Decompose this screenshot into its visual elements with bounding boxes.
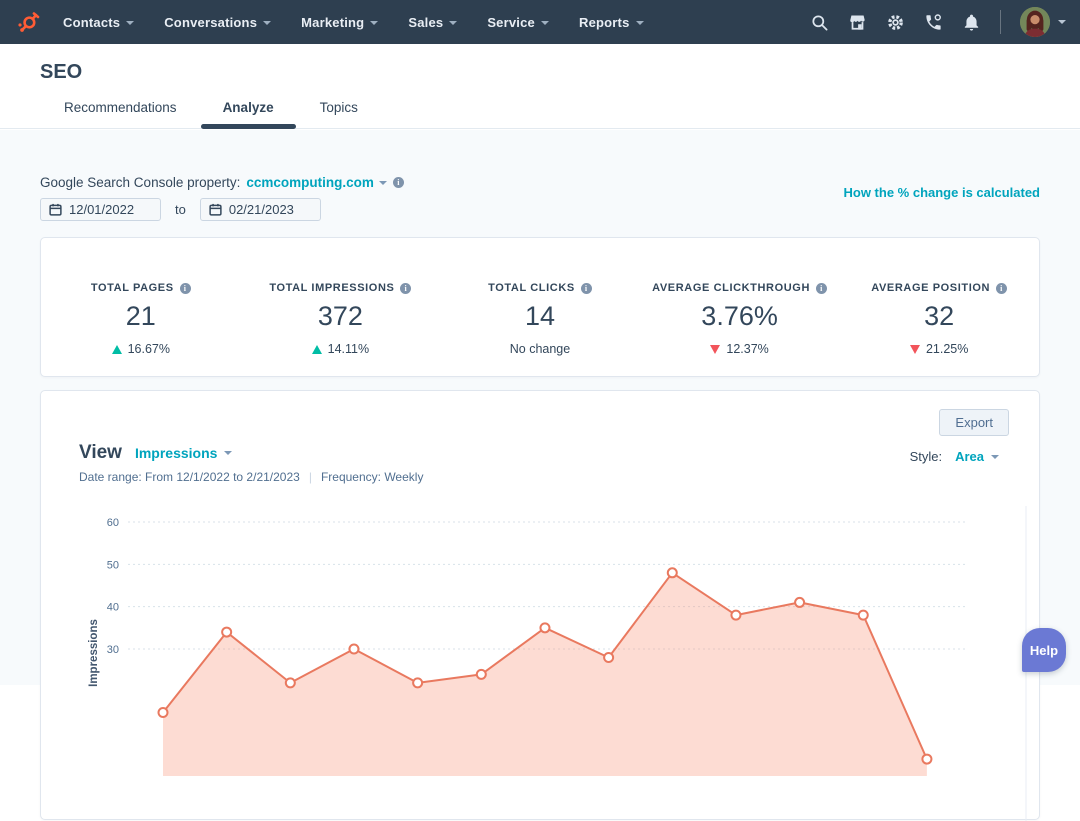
marketplace-icon[interactable] <box>848 13 867 32</box>
metric-average-clickthrough: AVERAGE CLICKTHROUGHi 3.76% 12.37% <box>640 238 840 376</box>
nav-utility-icons <box>810 0 1066 44</box>
chart-frequency: Frequency: Weekly <box>321 470 424 484</box>
nav-divider <box>1000 10 1001 34</box>
svg-text:30: 30 <box>107 644 119 656</box>
calendar-icon <box>49 203 62 216</box>
view-metric-select[interactable]: Impressions <box>135 445 232 461</box>
end-date-value: 02/21/2023 <box>229 202 294 217</box>
impressions-area-chart: 30 40 50 60 Impressions <box>41 501 1041 821</box>
svg-text:60: 60 <box>107 517 119 529</box>
metric-value: 3.76% <box>640 301 840 332</box>
chevron-down-icon <box>370 21 378 25</box>
chart-meta: Date range: From 12/1/2022 to 2/21/2023 … <box>79 470 423 484</box>
metric-value: 14 <box>440 301 640 332</box>
tab-bar: Recommendations Analyze Topics <box>64 92 358 128</box>
calls-icon[interactable] <box>924 13 943 32</box>
chart-style-controls: Style: Area <box>910 449 999 464</box>
nav-item-sales[interactable]: Sales <box>408 15 457 30</box>
property-select[interactable]: ccmcomputing.com <box>246 175 387 190</box>
info-icon[interactable]: i <box>400 283 411 294</box>
chart-date-range: Date range: From 12/1/2022 to 2/21/2023 <box>79 470 300 484</box>
info-icon[interactable]: i <box>180 283 191 294</box>
nav-item-service[interactable]: Service <box>487 15 549 30</box>
calendar-icon <box>209 203 222 216</box>
page-header: SEO Recommendations Analyze Topics <box>0 44 1080 129</box>
chevron-down-icon <box>263 21 271 25</box>
metric-value: 372 <box>241 301 441 332</box>
info-icon[interactable]: i <box>393 177 404 188</box>
chevron-down-icon <box>449 21 457 25</box>
end-date-input[interactable]: 02/21/2023 <box>200 198 321 221</box>
style-label: Style: <box>910 449 943 464</box>
chevron-down-icon <box>991 455 999 459</box>
info-icon[interactable]: i <box>581 283 592 294</box>
meta-separator: | <box>309 470 312 484</box>
nav-item-marketing[interactable]: Marketing <box>301 15 378 30</box>
hubspot-logo-icon[interactable] <box>15 9 41 35</box>
date-range-controls: 12/01/2022 to 02/21/2023 <box>40 198 321 221</box>
analyze-content: Google Search Console property: ccmcompu… <box>0 130 1080 685</box>
search-icon[interactable] <box>810 13 829 32</box>
summary-metrics-card: TOTAL PAGESi 21 16.67% TOTAL IMPRESSIONS… <box>40 237 1040 377</box>
view-label: View <box>79 442 122 464</box>
chevron-down-icon <box>541 21 549 25</box>
chevron-down-icon <box>636 21 644 25</box>
property-label: Google Search Console property: <box>40 175 240 190</box>
increase-icon <box>112 345 122 354</box>
info-icon[interactable]: i <box>996 283 1007 294</box>
nav-item-conversations[interactable]: Conversations <box>164 15 271 30</box>
increase-icon <box>312 345 322 354</box>
decrease-icon <box>910 345 920 354</box>
impressions-chart-card: Export View Impressions Date range: From… <box>40 390 1040 820</box>
search-console-property-row: Google Search Console property: ccmcompu… <box>40 175 404 190</box>
tab-recommendations[interactable]: Recommendations <box>64 92 177 128</box>
notifications-bell-icon[interactable] <box>962 13 981 32</box>
info-icon[interactable]: i <box>816 283 827 294</box>
decrease-icon <box>710 345 720 354</box>
export-button[interactable]: Export <box>939 409 1009 436</box>
chevron-down-icon <box>379 181 387 185</box>
main-menu: Contacts Conversations Marketing Sales S… <box>63 15 644 30</box>
tab-topics[interactable]: Topics <box>320 92 358 128</box>
metric-value: 21 <box>41 301 241 332</box>
to-label: to <box>171 202 190 217</box>
style-select[interactable]: Area <box>955 449 999 464</box>
account-menu[interactable] <box>1020 7 1066 37</box>
settings-gear-icon[interactable] <box>886 13 905 32</box>
metric-total-impressions: TOTAL IMPRESSIONSi 372 14.11% <box>241 238 441 376</box>
page-title: SEO <box>40 61 82 84</box>
nav-item-contacts[interactable]: Contacts <box>63 15 134 30</box>
percent-change-help-link[interactable]: How the % change is calculated <box>844 185 1041 200</box>
metric-total-pages: TOTAL PAGESi 21 16.67% <box>41 238 241 376</box>
chevron-down-icon <box>224 451 232 455</box>
start-date-value: 12/01/2022 <box>69 202 134 217</box>
chart-view-controls: View Impressions <box>79 442 232 464</box>
top-navigation-bar: Contacts Conversations Marketing Sales S… <box>0 0 1080 44</box>
start-date-input[interactable]: 12/01/2022 <box>40 198 161 221</box>
metric-average-position: AVERAGE POSITIONi 32 21.25% <box>839 238 1039 376</box>
svg-text:50: 50 <box>107 559 119 571</box>
user-avatar[interactable] <box>1020 7 1050 37</box>
nav-item-reports[interactable]: Reports <box>579 15 644 30</box>
chevron-down-icon <box>126 21 134 25</box>
svg-text:Impressions: Impressions <box>88 619 100 687</box>
metric-total-clicks: TOTAL CLICKSi 14 No change <box>440 238 640 376</box>
svg-text:40: 40 <box>107 602 119 614</box>
chevron-down-icon <box>1058 20 1066 24</box>
help-button[interactable]: Help <box>1022 628 1066 672</box>
tab-analyze[interactable]: Analyze <box>223 92 274 128</box>
metric-value: 32 <box>839 301 1039 332</box>
